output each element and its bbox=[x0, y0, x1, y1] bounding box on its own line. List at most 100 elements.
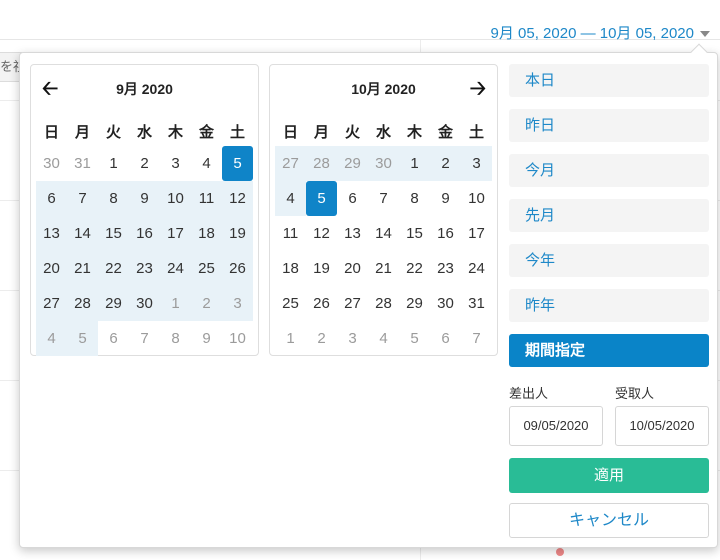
calendar-day[interactable]: 20 bbox=[337, 251, 368, 286]
calendar-day[interactable]: 8 bbox=[160, 321, 191, 356]
calendar-day[interactable]: 6 bbox=[430, 321, 461, 356]
calendar-day[interactable]: 29 bbox=[337, 146, 368, 181]
calendar-day[interactable]: 2 bbox=[306, 321, 337, 356]
calendar-day[interactable]: 7 bbox=[368, 181, 399, 216]
calendar-day[interactable]: 14 bbox=[368, 216, 399, 251]
calendar-day[interactable]: 13 bbox=[337, 216, 368, 251]
calendar-day[interactable]: 7 bbox=[461, 321, 492, 356]
calendar-day[interactable]: 29 bbox=[98, 286, 129, 321]
calendar-day[interactable]: 3 bbox=[461, 146, 492, 181]
calendar-day[interactable]: 29 bbox=[399, 286, 430, 321]
calendar-title: 9月 2020 bbox=[116, 81, 173, 97]
calendar-day[interactable]: 2 bbox=[430, 146, 461, 181]
calendar-day[interactable]: 24 bbox=[461, 251, 492, 286]
calendar-day[interactable]: 25 bbox=[275, 286, 306, 321]
calendar-day[interactable]: 8 bbox=[399, 181, 430, 216]
calendar-day[interactable]: 11 bbox=[275, 216, 306, 251]
calendar-day[interactable]: 23 bbox=[129, 251, 160, 286]
calendar-day[interactable]: 23 bbox=[430, 251, 461, 286]
calendar-day[interactable]: 24 bbox=[160, 251, 191, 286]
range-preset-button[interactable]: 先月 bbox=[509, 199, 709, 232]
calendar-day[interactable]: 5 bbox=[222, 146, 253, 181]
calendar-day[interactable]: 19 bbox=[306, 251, 337, 286]
range-preset-button[interactable]: 期間指定 bbox=[509, 334, 709, 367]
range-preset-button[interactable]: 昨日 bbox=[509, 109, 709, 142]
arrow-right-icon[interactable]: 🡢 bbox=[470, 79, 486, 99]
calendar-day[interactable]: 9 bbox=[430, 181, 461, 216]
calendar-day[interactable]: 27 bbox=[275, 146, 306, 181]
calendar-day[interactable]: 7 bbox=[67, 181, 98, 216]
calendar-day[interactable]: 17 bbox=[160, 216, 191, 251]
calendar-day[interactable]: 14 bbox=[67, 216, 98, 251]
calendar-day[interactable]: 11 bbox=[191, 181, 222, 216]
calendar-day[interactable]: 5 bbox=[67, 321, 98, 356]
calendar-day[interactable]: 26 bbox=[306, 286, 337, 321]
calendar-day[interactable]: 3 bbox=[337, 321, 368, 356]
calendar-day[interactable]: 30 bbox=[129, 286, 160, 321]
calendar-day[interactable]: 10 bbox=[222, 321, 253, 356]
calendar-day[interactable]: 21 bbox=[368, 251, 399, 286]
calendar-day[interactable]: 1 bbox=[98, 146, 129, 181]
calendar-day[interactable]: 15 bbox=[399, 216, 430, 251]
date-range-trigger[interactable]: 9月 05, 2020 — 10月 05, 2020 bbox=[491, 22, 710, 43]
calendar-day[interactable]: 30 bbox=[430, 286, 461, 321]
calendar-day[interactable]: 30 bbox=[368, 146, 399, 181]
calendar-day[interactable]: 13 bbox=[36, 216, 67, 251]
calendar-day[interactable]: 10 bbox=[160, 181, 191, 216]
calendar-day[interactable]: 9 bbox=[129, 181, 160, 216]
calendar-day[interactable]: 28 bbox=[368, 286, 399, 321]
calendar-day[interactable]: 5 bbox=[399, 321, 430, 356]
calendar-day[interactable]: 2 bbox=[191, 286, 222, 321]
calendar-day[interactable]: 6 bbox=[98, 321, 129, 356]
calendar-day[interactable]: 15 bbox=[98, 216, 129, 251]
calendar-day[interactable]: 6 bbox=[36, 181, 67, 216]
calendar-day[interactable]: 20 bbox=[36, 251, 67, 286]
calendar-day[interactable]: 10 bbox=[461, 181, 492, 216]
calendar-week: 27 28 29 30 1 2 3 bbox=[36, 286, 253, 321]
calendar-day[interactable]: 9 bbox=[191, 321, 222, 356]
calendar-day[interactable]: 25 bbox=[191, 251, 222, 286]
calendar-day[interactable]: 18 bbox=[191, 216, 222, 251]
calendar-day[interactable]: 1 bbox=[160, 286, 191, 321]
calendar-day[interactable]: 31 bbox=[461, 286, 492, 321]
calendar-day[interactable]: 27 bbox=[337, 286, 368, 321]
range-preset-button[interactable]: 今年 bbox=[509, 244, 709, 277]
calendar-day[interactable]: 28 bbox=[67, 286, 98, 321]
calendar-day[interactable]: 4 bbox=[36, 321, 67, 356]
cancel-button[interactable]: キャンセル bbox=[509, 503, 709, 538]
calendar-day[interactable]: 12 bbox=[222, 181, 253, 216]
calendar-day[interactable]: 6 bbox=[337, 181, 368, 216]
calendar-day[interactable]: 17 bbox=[461, 216, 492, 251]
calendar-day[interactable]: 4 bbox=[191, 146, 222, 181]
calendar-day[interactable]: 4 bbox=[368, 321, 399, 356]
calendar-day[interactable]: 2 bbox=[129, 146, 160, 181]
calendar-day[interactable]: 19 bbox=[222, 216, 253, 251]
calendar-day[interactable]: 18 bbox=[275, 251, 306, 286]
calendar-day[interactable]: 28 bbox=[306, 146, 337, 181]
calendar-day[interactable]: 7 bbox=[129, 321, 160, 356]
calendar-day[interactable]: 27 bbox=[36, 286, 67, 321]
calendar-day[interactable]: 22 bbox=[98, 251, 129, 286]
start-date-input[interactable]: 09/05/2020 bbox=[509, 406, 603, 446]
calendar-day[interactable]: 8 bbox=[98, 181, 129, 216]
calendar-day[interactable]: 3 bbox=[160, 146, 191, 181]
calendar-day[interactable]: 1 bbox=[275, 321, 306, 356]
calendar-week: 25 26 27 28 29 30 31 bbox=[275, 286, 492, 321]
apply-button[interactable]: 適用 bbox=[509, 458, 709, 493]
calendar-day[interactable]: 31 bbox=[67, 146, 98, 181]
range-preset-button[interactable]: 本日 bbox=[509, 64, 709, 97]
calendar-day[interactable]: 30 bbox=[36, 146, 67, 181]
range-preset-button[interactable]: 今月 bbox=[509, 154, 709, 187]
calendar-day[interactable]: 1 bbox=[399, 146, 430, 181]
calendar-day[interactable]: 5 bbox=[306, 181, 337, 216]
end-date-input[interactable]: 10/05/2020 bbox=[615, 406, 709, 446]
calendar-day[interactable]: 16 bbox=[129, 216, 160, 251]
calendar-day[interactable]: 4 bbox=[275, 181, 306, 216]
calendar-day[interactable]: 21 bbox=[67, 251, 98, 286]
calendar-day[interactable]: 26 bbox=[222, 251, 253, 286]
calendar-day[interactable]: 22 bbox=[399, 251, 430, 286]
range-preset-button[interactable]: 昨年 bbox=[509, 289, 709, 322]
calendar-day[interactable]: 16 bbox=[430, 216, 461, 251]
calendar-day[interactable]: 12 bbox=[306, 216, 337, 251]
calendar-day[interactable]: 3 bbox=[222, 286, 253, 321]
